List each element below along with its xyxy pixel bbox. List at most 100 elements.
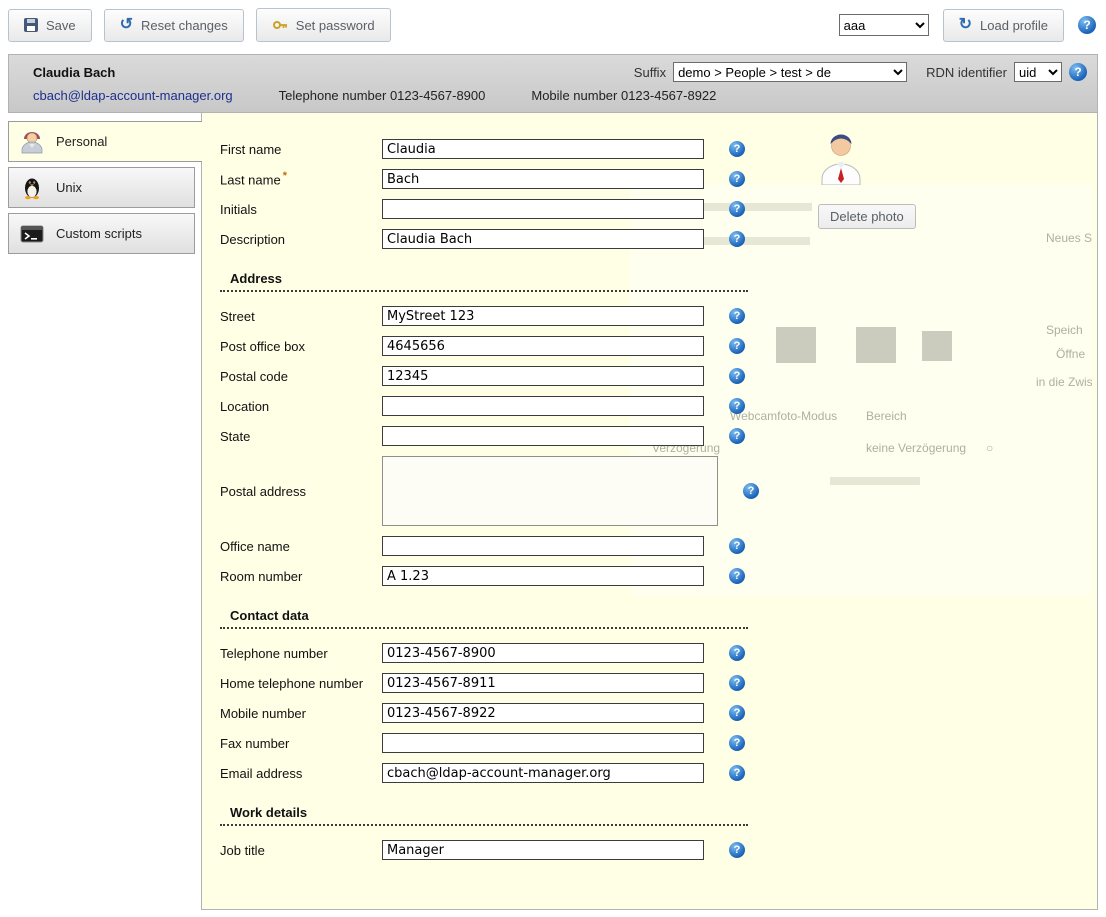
help-icon[interactable]: ? [729, 568, 745, 584]
reset-changes-button[interactable]: ↺ Reset changes [104, 9, 244, 42]
form-row-postal-address: Postal address? [220, 456, 1097, 526]
last-name-label: Last name* [220, 170, 382, 187]
job-title-input[interactable] [382, 840, 704, 860]
help-icon[interactable]: ? [1078, 16, 1096, 34]
office-name-input[interactable] [382, 536, 704, 556]
first-name-label: First name [220, 142, 382, 157]
post-office-box-input[interactable] [382, 336, 704, 356]
terminal-icon [18, 220, 46, 248]
description-label: Description [220, 232, 382, 247]
save-icon [24, 18, 38, 32]
help-icon[interactable]: ? [729, 842, 745, 858]
account-header-row2: cbach@ldap-account-manager.org Telephone… [9, 85, 1097, 112]
section-heading-work-details: Work details [220, 805, 748, 826]
set-password-label: Set password [296, 18, 375, 33]
form-row-job-title: Job title? [220, 840, 1097, 860]
form-row-state: State? [220, 426, 1097, 446]
post-office-box-label: Post office box [220, 339, 382, 354]
help-icon[interactable]: ? [729, 428, 745, 444]
form-row-postal-code: Postal code? [220, 366, 1097, 386]
email-link[interactable]: cbach@ldap-account-manager.org [33, 88, 233, 103]
form-row-location: Location? [220, 396, 1097, 416]
rdn-label: RDN identifier [926, 65, 1007, 80]
reload-icon: ↻ [959, 19, 972, 31]
form-row-telephone-number: Telephone number? [220, 643, 1097, 663]
help-icon[interactable]: ? [729, 645, 745, 661]
postal-address-input[interactable] [382, 456, 718, 526]
form-row-street: Street? [220, 306, 1097, 326]
form-row-fax-number: Fax number? [220, 733, 1097, 753]
help-icon[interactable]: ? [729, 231, 745, 247]
save-button-label: Save [46, 18, 76, 33]
form-row-email-address: Email address? [220, 763, 1097, 783]
help-icon[interactable]: ? [729, 141, 745, 157]
office-name-label: Office name [220, 539, 382, 554]
postal-code-label: Postal code [220, 369, 382, 384]
postal-code-input[interactable] [382, 366, 704, 386]
form-row-office-name: Office name? [220, 536, 1097, 556]
help-icon[interactable]: ? [729, 398, 745, 414]
state-input[interactable] [382, 426, 704, 446]
help-icon[interactable]: ? [729, 201, 745, 217]
email-address-input[interactable] [382, 763, 704, 783]
home-telephone-number-input[interactable] [382, 673, 704, 693]
tab-unix-label: Unix [56, 180, 82, 195]
page-title: Claudia Bach [33, 65, 115, 80]
location-input[interactable] [382, 396, 704, 416]
personal-form: First name?Last name*?Initials?Descripti… [220, 139, 1097, 860]
fax-number-label: Fax number [220, 736, 382, 751]
home-telephone-number-label: Home telephone number [220, 676, 382, 691]
location-label: Location [220, 399, 382, 414]
delete-photo-label: Delete photo [830, 209, 904, 224]
form-row-initials: Initials? [220, 199, 1097, 219]
help-icon[interactable]: ? [1069, 63, 1087, 81]
save-button[interactable]: Save [8, 9, 92, 42]
help-icon[interactable]: ? [729, 308, 745, 324]
room-number-input[interactable] [382, 566, 704, 586]
help-icon[interactable]: ? [729, 538, 745, 554]
help-icon[interactable]: ? [729, 171, 745, 187]
delete-photo-button[interactable]: Delete photo [818, 204, 916, 229]
mobile-summary: Mobile number 0123-4567-8922 [531, 88, 716, 103]
form-row-last-name: Last name*? [220, 169, 1097, 189]
help-icon[interactable]: ? [729, 705, 745, 721]
required-marker: * [283, 170, 287, 182]
suffix-select[interactable]: demo > People > test > de [673, 62, 907, 82]
job-title-label: Job title [220, 843, 382, 858]
telephone-summary: Telephone number 0123-4567-8900 [279, 88, 486, 103]
help-icon[interactable]: ? [729, 338, 745, 354]
telephone-number-input[interactable] [382, 643, 704, 663]
rdn-select[interactable]: uid [1014, 62, 1062, 82]
help-icon[interactable]: ? [729, 368, 745, 384]
mobile-number-input[interactable] [382, 703, 704, 723]
description-input[interactable] [382, 229, 704, 249]
photo-area: Delete photo [818, 131, 928, 229]
initials-input[interactable] [382, 199, 704, 219]
tab-custom-scripts[interactable]: Custom scripts [8, 213, 195, 254]
set-password-button[interactable]: Set password [256, 8, 391, 42]
personal-tab-content: Neues S Speich Öffne in die Zwisc Webcam… [201, 113, 1098, 910]
help-icon[interactable]: ? [729, 675, 745, 691]
fax-number-input[interactable] [382, 733, 704, 753]
tab-unix[interactable]: Unix [8, 167, 195, 208]
suffix-label: Suffix [634, 65, 666, 80]
tux-icon [18, 174, 46, 202]
toolbar-right-group: aaa ↻ Load profile ? [839, 9, 1096, 42]
section-heading-address: Address [220, 271, 748, 292]
form-row-mobile-number: Mobile number? [220, 703, 1097, 723]
form-row-first-name: First name? [220, 139, 1097, 159]
toolbar: Save ↺ Reset changes Set password aaa ↻ … [0, 0, 1106, 54]
first-name-input[interactable] [382, 139, 704, 159]
help-icon[interactable]: ? [729, 735, 745, 751]
form-row-home-telephone-number: Home telephone number? [220, 673, 1097, 693]
load-profile-button[interactable]: ↻ Load profile [943, 9, 1064, 42]
help-icon[interactable]: ? [729, 765, 745, 781]
last-name-input[interactable] [382, 169, 704, 189]
profile-select[interactable]: aaa [839, 14, 929, 36]
form-row-room-number: Room number? [220, 566, 1097, 586]
tab-personal[interactable]: Personal [8, 121, 202, 162]
person-icon [18, 128, 46, 156]
form-row-post-office-box: Post office box? [220, 336, 1097, 356]
help-icon[interactable]: ? [743, 483, 759, 499]
street-input[interactable] [382, 306, 704, 326]
